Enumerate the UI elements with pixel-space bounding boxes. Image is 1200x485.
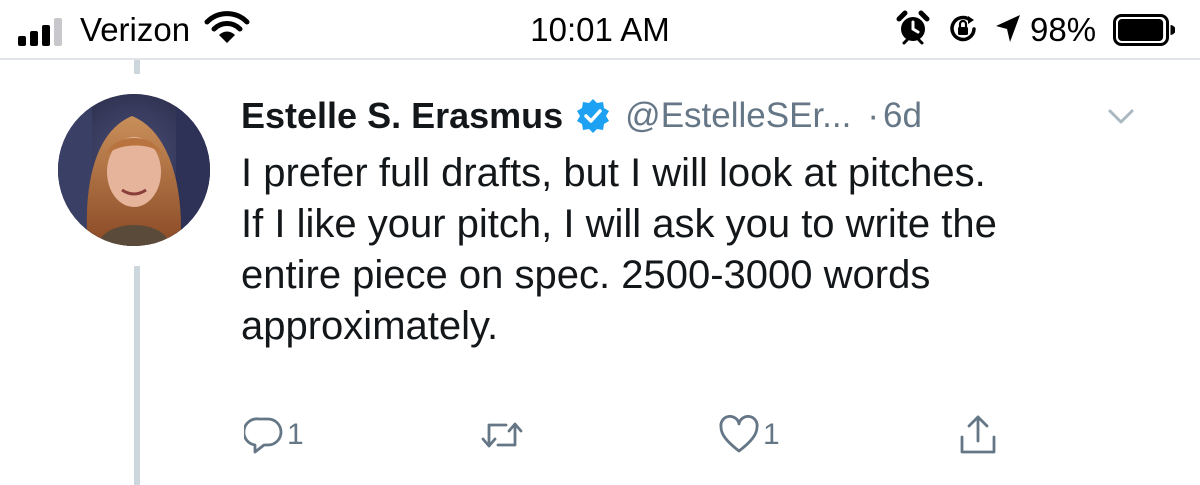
like-button[interactable]: 1: [718, 410, 780, 460]
heart-icon: [719, 415, 759, 453]
chevron-down-icon[interactable]: [1104, 104, 1138, 130]
retweet-icon: [481, 422, 523, 448]
tweet-text-line: entire piece on spec. 2500-3000 words: [241, 253, 931, 297]
tweet-text-line: I prefer full drafts, but I will look at…: [241, 151, 986, 195]
share-icon: [960, 415, 996, 454]
tweet-age[interactable]: 6d: [883, 96, 922, 136]
reply-button[interactable]: 1: [244, 410, 304, 460]
reply-icon: [244, 417, 283, 454]
display-name[interactable]: Estelle S. Erasmus: [241, 95, 563, 137]
tweet-text-line: approximately.: [241, 304, 499, 348]
tweet-text: I prefer full drafts, but I will look at…: [241, 148, 1181, 352]
share-button[interactable]: [958, 410, 998, 460]
battery-percent: 98%: [1030, 11, 1097, 48]
tweet-header: Estelle S. Erasmus @EstelleSEr... · 6d: [241, 92, 922, 140]
verified-badge-icon: [577, 99, 610, 133]
orientation-lock-icon: [950, 15, 976, 42]
avatar[interactable]: [58, 94, 210, 246]
like-count: 1: [763, 418, 780, 451]
user-handle[interactable]: @EstelleSEr...: [625, 96, 851, 136]
location-icon: [996, 15, 1020, 42]
retweet-button[interactable]: [480, 410, 527, 460]
thread-line-top: [134, 60, 140, 74]
reply-count: 1: [287, 418, 304, 451]
avatar-photo: [58, 94, 210, 246]
alarm-icon: [896, 10, 930, 45]
status-bar: Verizon 10:01 AM 98%: [0, 0, 1200, 60]
meta-separator: ·: [867, 96, 879, 135]
tweet-actions: 1 1: [0, 410, 1200, 460]
tweet-text-line: If I like your pitch, I will ask you to …: [241, 202, 997, 246]
screen: Verizon 10:01 AM 98% Estelle S. Erasmus …: [0, 0, 1200, 485]
battery-icon: [1113, 14, 1175, 46]
